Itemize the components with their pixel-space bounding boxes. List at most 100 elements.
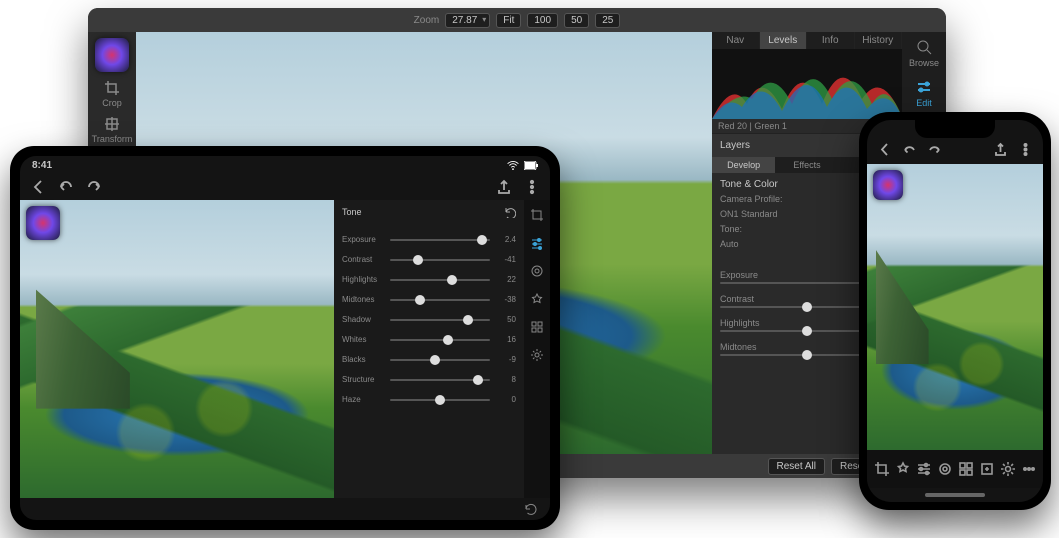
- app-icon: [26, 206, 60, 240]
- undo-icon[interactable]: [902, 142, 917, 157]
- auto-icon[interactable]: [530, 292, 544, 306]
- nav-tab[interactable]: Nav: [712, 32, 760, 49]
- crop-icon[interactable]: [530, 208, 544, 222]
- slider-value: 8: [496, 375, 516, 384]
- presets-icon[interactable]: [958, 461, 974, 477]
- redo-icon[interactable]: [86, 179, 102, 195]
- tablet-tool-rail: [524, 200, 550, 498]
- slider-value: -41: [496, 255, 516, 264]
- back-icon[interactable]: [30, 179, 46, 195]
- tone-label: Tone:: [720, 224, 742, 234]
- gear-icon[interactable]: [530, 348, 544, 362]
- shadow-slider[interactable]: [390, 319, 490, 321]
- tone-value[interactable]: Auto: [720, 239, 739, 249]
- tablet-canvas[interactable]: [20, 200, 334, 498]
- slider-label: Whites: [342, 335, 384, 344]
- phone-canvas[interactable]: [867, 164, 1043, 450]
- redo-icon[interactable]: [927, 142, 942, 157]
- slider-row: Haze 0: [342, 395, 516, 404]
- slider-row: Contrast -41: [342, 255, 516, 264]
- slider-label: Blacks: [342, 355, 384, 364]
- haze-slider[interactable]: [390, 399, 490, 401]
- slider-value: 0: [496, 395, 516, 404]
- crop-icon[interactable]: [874, 461, 890, 477]
- slider-label: Midtones: [342, 295, 384, 304]
- slider-row: Highlights 22: [342, 275, 516, 284]
- presets-icon[interactable]: [530, 320, 544, 334]
- zoom-50-button[interactable]: 50: [564, 13, 589, 28]
- develop-tab[interactable]: Develop: [712, 157, 775, 173]
- local-icon[interactable]: [530, 264, 544, 278]
- slider-row: Midtones -38: [342, 295, 516, 304]
- slider-value: 16: [496, 335, 516, 344]
- zoom-fit-button[interactable]: Fit: [496, 13, 521, 28]
- tablet-edit-panel: Tone Exposure2.4 Contrast -41 Highlights 22 M…: [334, 200, 524, 498]
- tone-header: Tone: [342, 207, 362, 217]
- back-icon[interactable]: [877, 142, 892, 157]
- wifi-icon: [506, 161, 520, 170]
- share-icon[interactable]: [496, 179, 512, 195]
- app-icon: [873, 170, 903, 200]
- share-icon[interactable]: [993, 142, 1008, 157]
- slider-value: 22: [496, 275, 516, 284]
- more-icon[interactable]: [1021, 461, 1037, 477]
- slider-row: Exposure2.4: [342, 235, 516, 244]
- whites-slider[interactable]: [390, 339, 490, 341]
- transform-icon: [104, 116, 120, 132]
- effects-tab[interactable]: Effects: [775, 157, 838, 173]
- browse-mode[interactable]: Browse: [909, 38, 939, 68]
- camera-profile-value[interactable]: ON1 Standard: [720, 209, 778, 219]
- slider-row: Whites 16: [342, 335, 516, 344]
- edit-mode[interactable]: Edit: [915, 78, 933, 108]
- edit-icon: [915, 78, 933, 96]
- reset-icon[interactable]: [524, 502, 538, 516]
- tablet-device: 8:41 Tone: [10, 146, 560, 530]
- contrast-slider[interactable]: [390, 259, 490, 261]
- zoom-label: Zoom: [414, 15, 440, 26]
- blacks-slider[interactable]: [390, 359, 490, 361]
- slider-value: 50: [496, 315, 516, 324]
- undo-icon[interactable]: [58, 179, 74, 195]
- slider-row: Shadow50: [342, 315, 516, 324]
- local-icon[interactable]: [937, 461, 953, 477]
- reset-all-button[interactable]: Reset All: [768, 458, 825, 475]
- photo-preview: [867, 164, 1043, 450]
- phone-toolbar: [867, 134, 1043, 164]
- slider-value: -38: [496, 295, 516, 304]
- more-icon[interactable]: [524, 179, 540, 195]
- sliders-icon[interactable]: [916, 461, 932, 477]
- slider-label: Haze: [342, 395, 384, 404]
- slider-value: 2.4: [496, 235, 516, 244]
- auto-icon[interactable]: [895, 461, 911, 477]
- reset-icon[interactable]: [504, 206, 516, 218]
- info-tab[interactable]: Info: [807, 32, 855, 49]
- more-icon[interactable]: [1018, 142, 1033, 157]
- crop-tool[interactable]: Crop: [102, 80, 122, 108]
- slider-label: Highlights: [342, 275, 384, 284]
- zoom-100-button[interactable]: 100: [527, 13, 558, 28]
- structure-slider[interactable]: [390, 379, 490, 381]
- export-icon[interactable]: [979, 461, 995, 477]
- slider-label: Contrast: [342, 255, 384, 264]
- status-time: 8:41: [32, 160, 52, 171]
- gear-icon[interactable]: [1000, 461, 1016, 477]
- history-tab[interactable]: History: [855, 32, 903, 49]
- sliders-icon[interactable]: [530, 236, 544, 250]
- camera-profile-label: Camera Profile:: [720, 194, 783, 204]
- histogram: [712, 49, 902, 119]
- tablet-status-bar: 8:41: [20, 156, 550, 174]
- levels-tab[interactable]: Levels: [760, 32, 808, 49]
- phone-notch: [915, 120, 995, 138]
- tablet-toolbar: [20, 174, 550, 200]
- phone-tool-bar: [867, 450, 1043, 488]
- highlights-slider[interactable]: [390, 279, 490, 281]
- browse-icon: [915, 38, 933, 56]
- slider-value: -9: [496, 355, 516, 364]
- exposure-slider[interactable]: [390, 239, 490, 241]
- zoom-25-button[interactable]: 25: [595, 13, 620, 28]
- slider-label: Structure: [342, 375, 384, 384]
- home-indicator[interactable]: [867, 488, 1043, 502]
- midtones-slider[interactable]: [390, 299, 490, 301]
- transform-tool[interactable]: Transform: [92, 116, 133, 144]
- zoom-value-dropdown[interactable]: 27.87: [445, 13, 490, 28]
